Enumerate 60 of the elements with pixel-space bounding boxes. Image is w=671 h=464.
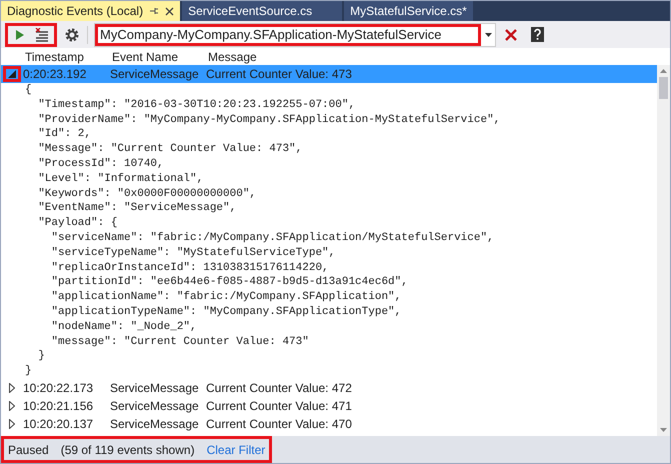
event-name-cell-text: ServiceMessage [110, 380, 200, 395]
json-line: { [24, 83, 33, 98]
json-line: } [37, 349, 46, 364]
collapsed-triangle-icon[interactable] [9, 382, 15, 393]
json-line: "nodeName": "_Node_2", [50, 320, 198, 335]
event-row[interactable]: 10:20:20.137 ServiceMessage Current Counter Value: 470 [1, 414, 657, 433]
event-row[interactable]: 10:20:22.173 ServiceMessage Current Counter Value: 472 [1, 378, 657, 397]
message-cell: Current Counter Value: 471 [206, 398, 352, 413]
event-row[interactable]: 0:20:23.192 ServiceMessage Current Counter Value: 473 [1, 65, 657, 83]
column-header[interactable]: Message [208, 50, 257, 64]
close-icon[interactable] [504, 28, 518, 42]
timestamp-cell-text: 10:20:21.156 [23, 398, 94, 413]
dropdown-icon[interactable] [484, 32, 492, 36]
event-name-cell-text: ServiceMessage [110, 67, 200, 81]
clear-filter-link[interactable]: Clear Filter [206, 442, 266, 456]
tab[interactable]: MyStatefulService.cs* [344, 1, 473, 21]
tab[interactable]: ServiceEventSource.cs [182, 1, 342, 21]
message-cell: Current Counter Value: 470 [206, 416, 352, 431]
scroll-thumb[interactable] [659, 77, 668, 99]
json-line: } [24, 364, 33, 379]
json-line: "Id": 2, [37, 127, 92, 142]
json-line: "message": "Current Counter Value: 473" [50, 334, 310, 350]
play-icon[interactable] [15, 28, 25, 40]
timestamp-cell-text: 0:20:23.192 [23, 67, 88, 81]
message-cell: Current Counter Value: 472 [206, 380, 352, 395]
scroll-up-icon[interactable] [660, 69, 667, 73]
column-header[interactable]: Event Name [112, 50, 208, 64]
expanded-triangle-icon[interactable] [8, 70, 16, 78]
json-line: "applicationTypeName": "MyCompany.SFApplicationType", [50, 304, 402, 320]
json-line: "Payload": { [37, 216, 118, 231]
json-line: "replicaOrInstanceId": 131038315176114220, [50, 260, 330, 276]
event-name-cell-text: ServiceMessage [110, 398, 200, 413]
json-line: "partitionId": "ee6b44e6-f085-4887-b9d5-d13a91c4ec6d", [50, 275, 409, 290]
close-icon[interactable] [165, 6, 174, 16]
json-line: "Keywords": "0x0000F00000000000", [37, 186, 258, 202]
message-cell: Current Counter Value: 473 [206, 67, 352, 81]
json-line: "ProcessId": 10740, [37, 156, 165, 172]
column-header[interactable]: Timestamp [25, 50, 112, 64]
collapsed-triangle-icon[interactable] [9, 418, 15, 429]
scrollbar[interactable] [657, 65, 670, 436]
event-row[interactable]: 10:20:21.156 ServiceMessage Current Counter Value: 471 [1, 396, 657, 415]
event-count: (59 of 119 events shown) [60, 442, 195, 456]
json-line: "serviceTypeName": "MyStatefulServiceType", [50, 246, 336, 261]
expander-button[interactable] [3, 66, 21, 82]
status-text: Paused [8, 442, 49, 456]
pin-icon[interactable] [149, 6, 160, 16]
json-line: "Timestamp": "2016-03-30T10:20:23.192255-07:00", [37, 98, 356, 113]
collapsed-triangle-icon[interactable] [9, 400, 15, 411]
timestamp-cell-text: 10:20:22.173 [23, 380, 94, 395]
tab[interactable]: Diagnostic Events (Local) [1, 1, 180, 21]
json-line: "Message": "Current Counter Value: 473", [37, 142, 304, 157]
filter-field[interactable]: MyCompany-MyCompany.SFApplication-MyStatefulService [95, 24, 481, 46]
json-line: "serviceName": "fabric:/MyCompany.SFApplication/MyStatefulService", [50, 230, 495, 246]
json-line: "applicationName": "fabric:/MyCompany.SFApplication", [50, 290, 402, 305]
event-name-cell-text: ServiceMessage [110, 416, 200, 431]
json-line: "EventName": "ServiceMessage", [37, 201, 238, 216]
json-line: "Level": "Informational", [37, 172, 204, 187]
timestamp-cell-text: 10:20:20.137 [23, 416, 94, 431]
json-line: "ProviderName": "MyCompany-MyCompany.SFApplication-MyStatefulService", [37, 112, 502, 128]
scroll-down-icon[interactable] [660, 428, 667, 432]
